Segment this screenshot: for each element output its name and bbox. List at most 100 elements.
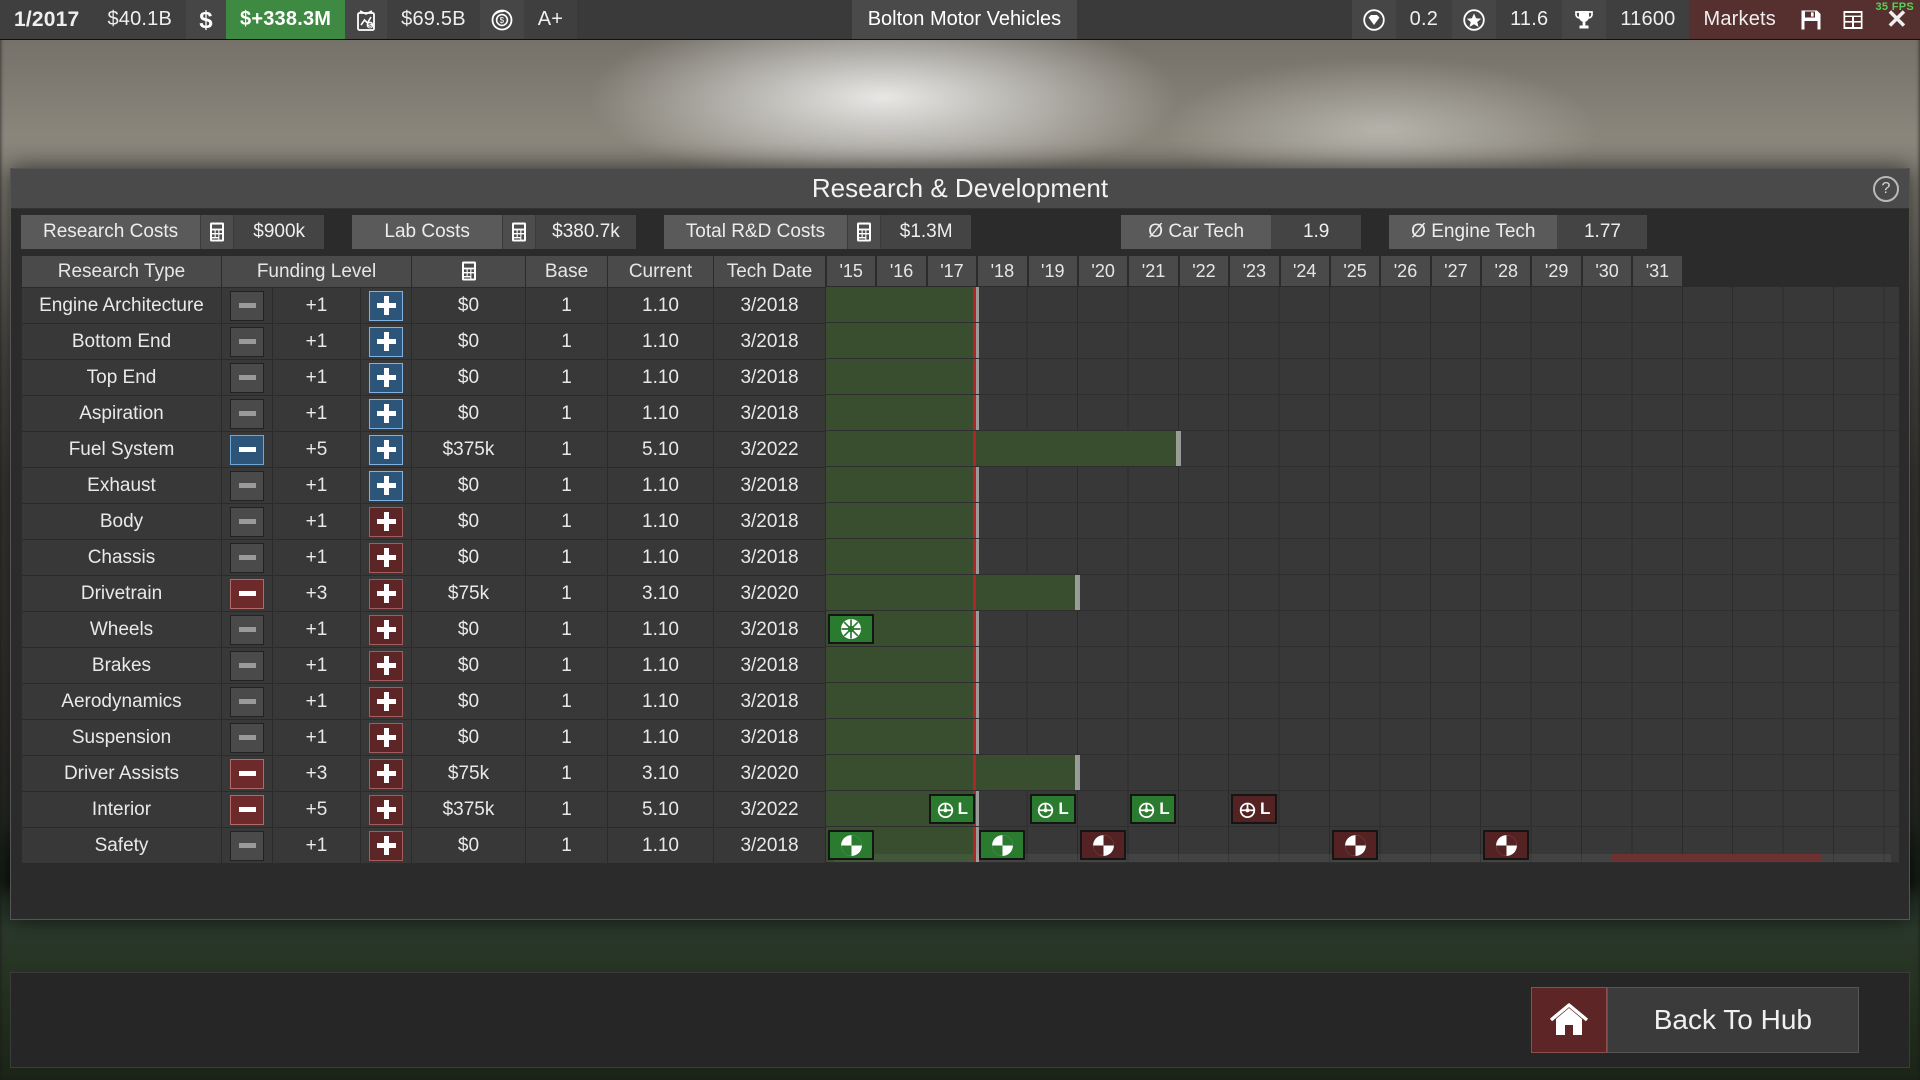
timeline-milestone-chip[interactable]: L <box>1231 794 1277 824</box>
increase-funding-button[interactable] <box>361 468 412 504</box>
increase-funding-button[interactable] <box>361 720 412 756</box>
timeline-row[interactable] <box>826 395 1899 431</box>
increase-funding-button[interactable] <box>361 504 412 540</box>
decrease-funding-button[interactable] <box>222 396 273 432</box>
plus-icon[interactable] <box>369 543 403 573</box>
minus-icon[interactable] <box>230 327 264 357</box>
help-question-icon[interactable]: ? <box>1873 176 1899 202</box>
timeline-milestone-chip[interactable]: L <box>929 794 975 824</box>
timeline-milestone-chip[interactable] <box>979 830 1025 860</box>
table-row[interactable]: Engine Architecture+1$011.103/2018 <box>22 288 826 324</box>
increase-funding-button[interactable] <box>361 288 412 324</box>
plus-icon[interactable] <box>369 471 403 501</box>
timeline-milestone-chip[interactable]: L <box>1030 794 1076 824</box>
diamond-badge-icon[interactable] <box>1352 0 1396 39</box>
timeline-row[interactable] <box>826 323 1899 359</box>
decrease-funding-button[interactable] <box>222 828 273 864</box>
minus-icon[interactable] <box>230 363 264 393</box>
minus-icon[interactable] <box>230 723 264 753</box>
timeline-row[interactable] <box>826 575 1899 611</box>
table-row[interactable]: Safety+1$011.103/2018 <box>22 828 826 864</box>
table-row[interactable]: Driver Assists+3$75k13.103/2020 <box>22 756 826 792</box>
minus-icon[interactable] <box>230 615 264 645</box>
plus-icon[interactable] <box>369 759 403 789</box>
increase-funding-button[interactable] <box>361 828 412 864</box>
table-row[interactable]: Chassis+1$011.103/2018 <box>22 540 826 576</box>
table-row[interactable]: Aerodynamics+1$011.103/2018 <box>22 684 826 720</box>
increase-funding-button[interactable] <box>361 756 412 792</box>
increase-funding-button[interactable] <box>361 684 412 720</box>
minus-icon[interactable] <box>230 651 264 681</box>
table-row[interactable]: Aspiration+1$011.103/2018 <box>22 396 826 432</box>
decrease-funding-button[interactable] <box>222 576 273 612</box>
timeline-milestone-chip[interactable] <box>1332 830 1378 860</box>
timeline-row[interactable] <box>826 287 1899 323</box>
table-row[interactable]: Wheels+1$011.103/2018 <box>22 612 826 648</box>
table-row[interactable]: Fuel System+5$375k15.103/2022 <box>22 432 826 468</box>
minus-icon[interactable] <box>230 291 264 321</box>
minus-icon[interactable] <box>230 795 264 825</box>
plus-icon[interactable] <box>369 291 403 321</box>
timeline-row[interactable] <box>826 755 1899 791</box>
decrease-funding-button[interactable] <box>222 612 273 648</box>
table-row[interactable]: Exhaust+1$011.103/2018 <box>22 468 826 504</box>
plus-icon[interactable] <box>369 327 403 357</box>
plus-icon[interactable] <box>369 507 403 537</box>
plus-icon[interactable] <box>369 687 403 717</box>
timeline-row[interactable] <box>826 359 1899 395</box>
increase-funding-button[interactable] <box>361 612 412 648</box>
reports-icon[interactable] <box>1832 0 1874 39</box>
plus-icon[interactable] <box>369 723 403 753</box>
timeline-row[interactable] <box>826 467 1899 503</box>
decrease-funding-button[interactable] <box>222 504 273 540</box>
toolbar-stat-lab-costs[interactable]: Lab Costs $380.7k <box>352 215 636 249</box>
plus-icon[interactable] <box>369 615 403 645</box>
minus-icon[interactable] <box>230 435 264 465</box>
table-row[interactable]: Interior+5$375k15.103/2022 <box>22 792 826 828</box>
minus-icon[interactable] <box>230 399 264 429</box>
toolbar-stat-car-tech[interactable]: Ø Car Tech1.9 <box>1121 215 1361 249</box>
timeline-row[interactable] <box>826 647 1899 683</box>
timeline-milestone-chip[interactable] <box>1483 830 1529 860</box>
decrease-funding-button[interactable] <box>222 756 273 792</box>
plus-icon[interactable] <box>369 795 403 825</box>
chart-money-icon[interactable]: $ <box>345 0 387 39</box>
decrease-funding-button[interactable] <box>222 288 273 324</box>
trophy-icon[interactable] <box>1562 0 1606 39</box>
close-x-icon[interactable]: ✕ <box>1874 0 1920 39</box>
toolbar-stat-total-r-d-costs[interactable]: Total R&D Costs $1.3M <box>664 215 971 249</box>
timeline-row[interactable]: L L L L <box>826 791 1899 827</box>
decrease-funding-button[interactable] <box>222 360 273 396</box>
dollar-icon[interactable]: $ <box>186 0 226 39</box>
table-row[interactable]: Top End+1$011.103/2018 <box>22 360 826 396</box>
plus-icon[interactable] <box>369 435 403 465</box>
increase-funding-button[interactable] <box>361 792 412 828</box>
decrease-funding-button[interactable] <box>222 468 273 504</box>
decrease-funding-button[interactable] <box>222 540 273 576</box>
minus-icon[interactable] <box>230 759 264 789</box>
plus-icon[interactable] <box>369 363 403 393</box>
table-row[interactable]: Suspension+1$011.103/2018 <box>22 720 826 756</box>
decrease-funding-button[interactable] <box>222 684 273 720</box>
coin-icon[interactable]: $ <box>480 0 524 39</box>
scrollbar-thumb[interactable] <box>1611 854 1822 862</box>
increase-funding-button[interactable] <box>361 576 412 612</box>
decrease-funding-button[interactable] <box>222 432 273 468</box>
increase-funding-button[interactable] <box>361 648 412 684</box>
increase-funding-button[interactable] <box>361 324 412 360</box>
table-row[interactable]: Bottom End+1$011.103/2018 <box>22 324 826 360</box>
timeline-row[interactable] <box>826 539 1899 575</box>
timeline-row[interactable] <box>826 431 1899 467</box>
timeline-milestone-chip[interactable] <box>828 830 874 860</box>
plus-icon[interactable] <box>369 651 403 681</box>
markets-button[interactable]: Markets <box>1689 0 1790 39</box>
increase-funding-button[interactable] <box>361 360 412 396</box>
decrease-funding-button[interactable] <box>222 720 273 756</box>
decrease-funding-button[interactable] <box>222 324 273 360</box>
star-badge-icon[interactable] <box>1452 0 1496 39</box>
increase-funding-button[interactable] <box>361 396 412 432</box>
timeline-row[interactable] <box>826 683 1899 719</box>
timeline-milestone-chip[interactable]: L <box>1130 794 1176 824</box>
save-disk-icon[interactable] <box>1790 0 1832 39</box>
minus-icon[interactable] <box>230 687 264 717</box>
